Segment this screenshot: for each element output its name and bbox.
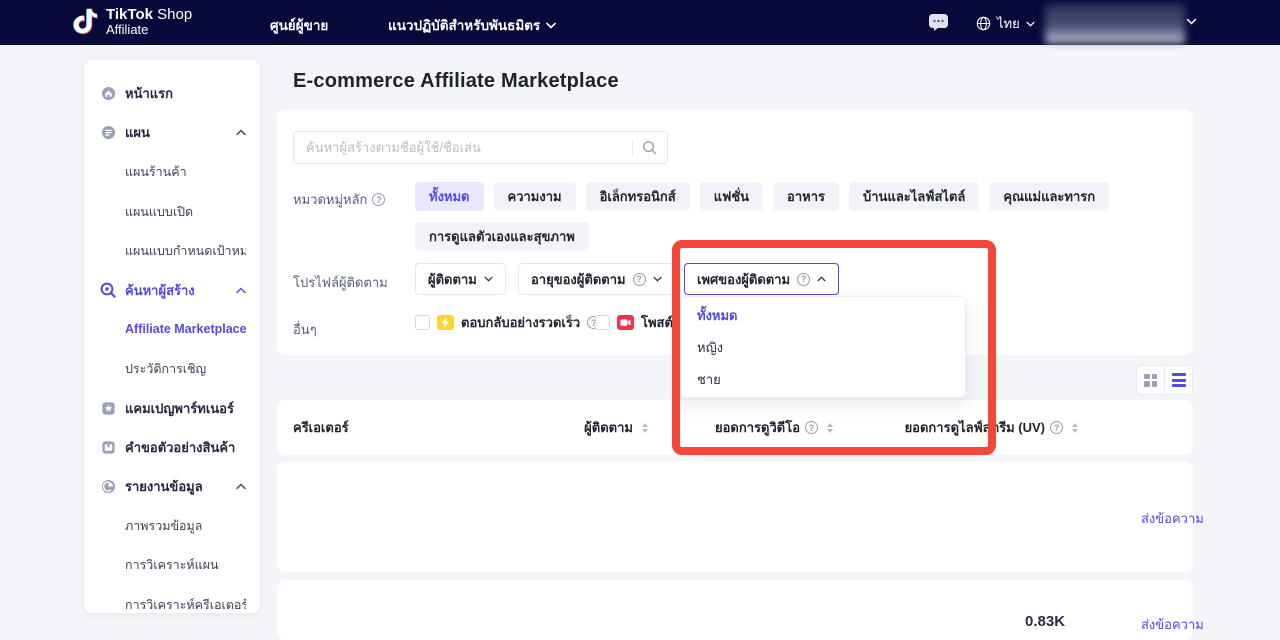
chevron-down-icon xyxy=(484,276,493,282)
follower-age-dropdown[interactable]: อายุของผู้ติดตาม ? xyxy=(518,263,675,295)
recent-post-checkbox[interactable] xyxy=(595,315,610,330)
help-icon: ? xyxy=(797,273,810,286)
quick-reply-filter[interactable]: ตอบกลับอย่างรวดเร็ว ? xyxy=(415,312,600,333)
chevron-up-icon xyxy=(236,129,246,136)
sidebar: หน้าแรก แผน แผนร้านค้า แผนแบบเปิด แผนแบบ… xyxy=(84,60,260,613)
sidebar-item-plan-analysis[interactable]: การวิเคราะห์แผน xyxy=(84,546,260,585)
globe-icon xyxy=(976,16,991,31)
gender-dropdown-panel: ทั้งหมด หญิง ชาย xyxy=(680,296,966,398)
gender-option-female[interactable]: หญิง xyxy=(681,331,965,363)
account-name-redacted xyxy=(1045,4,1185,44)
tiktok-note-icon xyxy=(73,7,99,37)
category-chip-fashion[interactable]: แฟชั่น xyxy=(700,182,763,211)
stat-value-partial: 0.83K xyxy=(1025,613,1065,630)
chevron-up-icon xyxy=(236,287,246,294)
tiktok-shop-affiliate-logo[interactable]: TikTok Shop Affiliate xyxy=(73,7,192,37)
sidebar-item-home[interactable]: หน้าแรก xyxy=(84,74,260,113)
recent-post-filter[interactable]: โพสต์เ xyxy=(595,312,677,333)
sidebar-item-sample-requests[interactable]: คำขอตัวอย่างสินค้า xyxy=(84,428,260,467)
chevron-down-icon xyxy=(1026,21,1035,27)
lightning-icon xyxy=(437,315,454,330)
column-creator: ครีเอเตอร์ xyxy=(277,417,533,438)
sidebar-item-find-creators[interactable]: ค้นหาผู้สร้าง xyxy=(84,270,260,309)
follower-gender-dropdown[interactable]: เพศของผู้ติดตาม ? xyxy=(684,263,839,295)
view-toggle xyxy=(1136,365,1193,395)
help-icon: ? xyxy=(1050,421,1063,434)
category-chip-beauty[interactable]: ความงาม xyxy=(494,182,576,211)
chevron-down-icon xyxy=(653,276,662,282)
grid-view-button[interactable] xyxy=(1137,366,1164,394)
sidebar-item-affiliate-marketplace[interactable]: Affiliate Marketplace xyxy=(84,310,260,349)
sidebar-item-targeted-plan[interactable]: แผนแบบกำหนดเป้าหมาย xyxy=(84,231,260,270)
help-icon: ? xyxy=(633,273,646,286)
sample-request-icon xyxy=(100,439,116,455)
creator-search-input[interactable] xyxy=(306,140,632,155)
category-label-row: หมวดหมู่หลัก ? xyxy=(293,189,385,210)
divider xyxy=(632,140,633,156)
gender-option-male[interactable]: ชาย xyxy=(681,363,965,395)
followers-dropdown[interactable]: ผู้ติดตาม xyxy=(415,263,506,295)
top-navbar: TikTok Shop Affiliate ศูนย์ผู้ขาย แนวปฏิ… xyxy=(0,0,1280,45)
sidebar-item-data-reports[interactable]: รายงานข้อมูล xyxy=(84,467,260,506)
category-chip-all[interactable]: ทั้งหมด xyxy=(415,182,484,211)
nav-partner-guidelines[interactable]: แนวปฏิบัติสำหรับพันธมิตร xyxy=(388,14,556,36)
column-video-views-sort[interactable]: ยอดการดูวิดีโอ ? xyxy=(648,417,833,438)
sort-icon xyxy=(1072,423,1078,433)
account-menu[interactable] xyxy=(1186,18,1197,25)
home-icon xyxy=(100,86,116,102)
grid-icon xyxy=(1144,374,1157,387)
messages-icon[interactable] xyxy=(928,13,949,32)
category-chip-home-lifestyle[interactable]: บ้านและไลฟ์สไตล์ xyxy=(849,182,979,211)
category-chip-electronics[interactable]: อิเล็กทรอนิกส์ xyxy=(586,182,690,211)
category-chip-personal-care[interactable]: การดูแลตัวเองและสุขภาพ xyxy=(415,222,589,251)
brand-text: TikTok Shop Affiliate xyxy=(106,7,192,36)
creator-table-header: ครีเอเตอร์ ผู้ติดตาม ยอดการดูวิดีโอ ? ยอ… xyxy=(277,400,1193,455)
chevron-up-icon xyxy=(236,483,246,490)
quick-reply-checkbox[interactable] xyxy=(415,315,430,330)
column-live-views-sort[interactable]: ยอดการดูไลฟ์สตรีม (UV) ? xyxy=(833,417,1078,438)
sidebar-item-open-plan[interactable]: แผนแบบเปิด xyxy=(84,192,260,231)
category-chip-mom-baby[interactable]: คุณแม่และทารก xyxy=(989,182,1109,211)
creator-search-input-wrap xyxy=(293,131,668,164)
category-chip-food[interactable]: อาหาร xyxy=(773,182,839,211)
plan-icon xyxy=(100,125,116,141)
follower-profile-label: โปรไฟล์ผู้ติดตาม xyxy=(293,272,388,293)
list-view-button[interactable] xyxy=(1164,366,1192,394)
send-message-link[interactable]: ส่งข้อความ xyxy=(1141,614,1204,635)
creator-row[interactable] xyxy=(277,462,1193,572)
nav-seller-center[interactable]: ศูนย์ผู้ขาย xyxy=(270,14,328,36)
sidebar-item-data-overview[interactable]: ภาพรวมข้อมูล xyxy=(84,506,260,545)
help-icon[interactable]: ? xyxy=(372,193,385,206)
language-switcher[interactable]: ไทย xyxy=(976,13,1035,34)
search-icon[interactable] xyxy=(642,140,657,155)
page-title: E-commerce Affiliate Marketplace xyxy=(293,70,619,93)
sidebar-item-shop-plan[interactable]: แผนร้านค้า xyxy=(84,153,260,192)
sidebar-item-plans[interactable]: แผน xyxy=(84,113,260,152)
column-followers-sort[interactable]: ผู้ติดตาม xyxy=(533,417,648,438)
partner-campaign-icon xyxy=(100,400,116,416)
help-icon: ? xyxy=(805,421,818,434)
others-label: อื่นๆ xyxy=(293,319,317,340)
sidebar-item-creator-analysis[interactable]: การวิเคราะห์ครีเอเตอร์ xyxy=(84,585,260,624)
chevron-up-icon xyxy=(817,276,826,282)
video-icon xyxy=(617,315,634,330)
list-icon xyxy=(1172,373,1186,387)
send-message-link[interactable]: ส่งข้อความ xyxy=(1141,508,1204,529)
find-creator-icon xyxy=(100,282,116,298)
data-report-icon xyxy=(100,479,116,495)
chevron-down-icon xyxy=(546,22,556,29)
creator-row[interactable] xyxy=(277,580,1193,640)
gender-option-all[interactable]: ทั้งหมด xyxy=(681,299,965,331)
sidebar-item-invitation-history[interactable]: ประวัติการเชิญ xyxy=(84,349,260,388)
sidebar-item-partner-campaign[interactable]: แคมเปญพาร์ทเนอร์ xyxy=(84,388,260,427)
